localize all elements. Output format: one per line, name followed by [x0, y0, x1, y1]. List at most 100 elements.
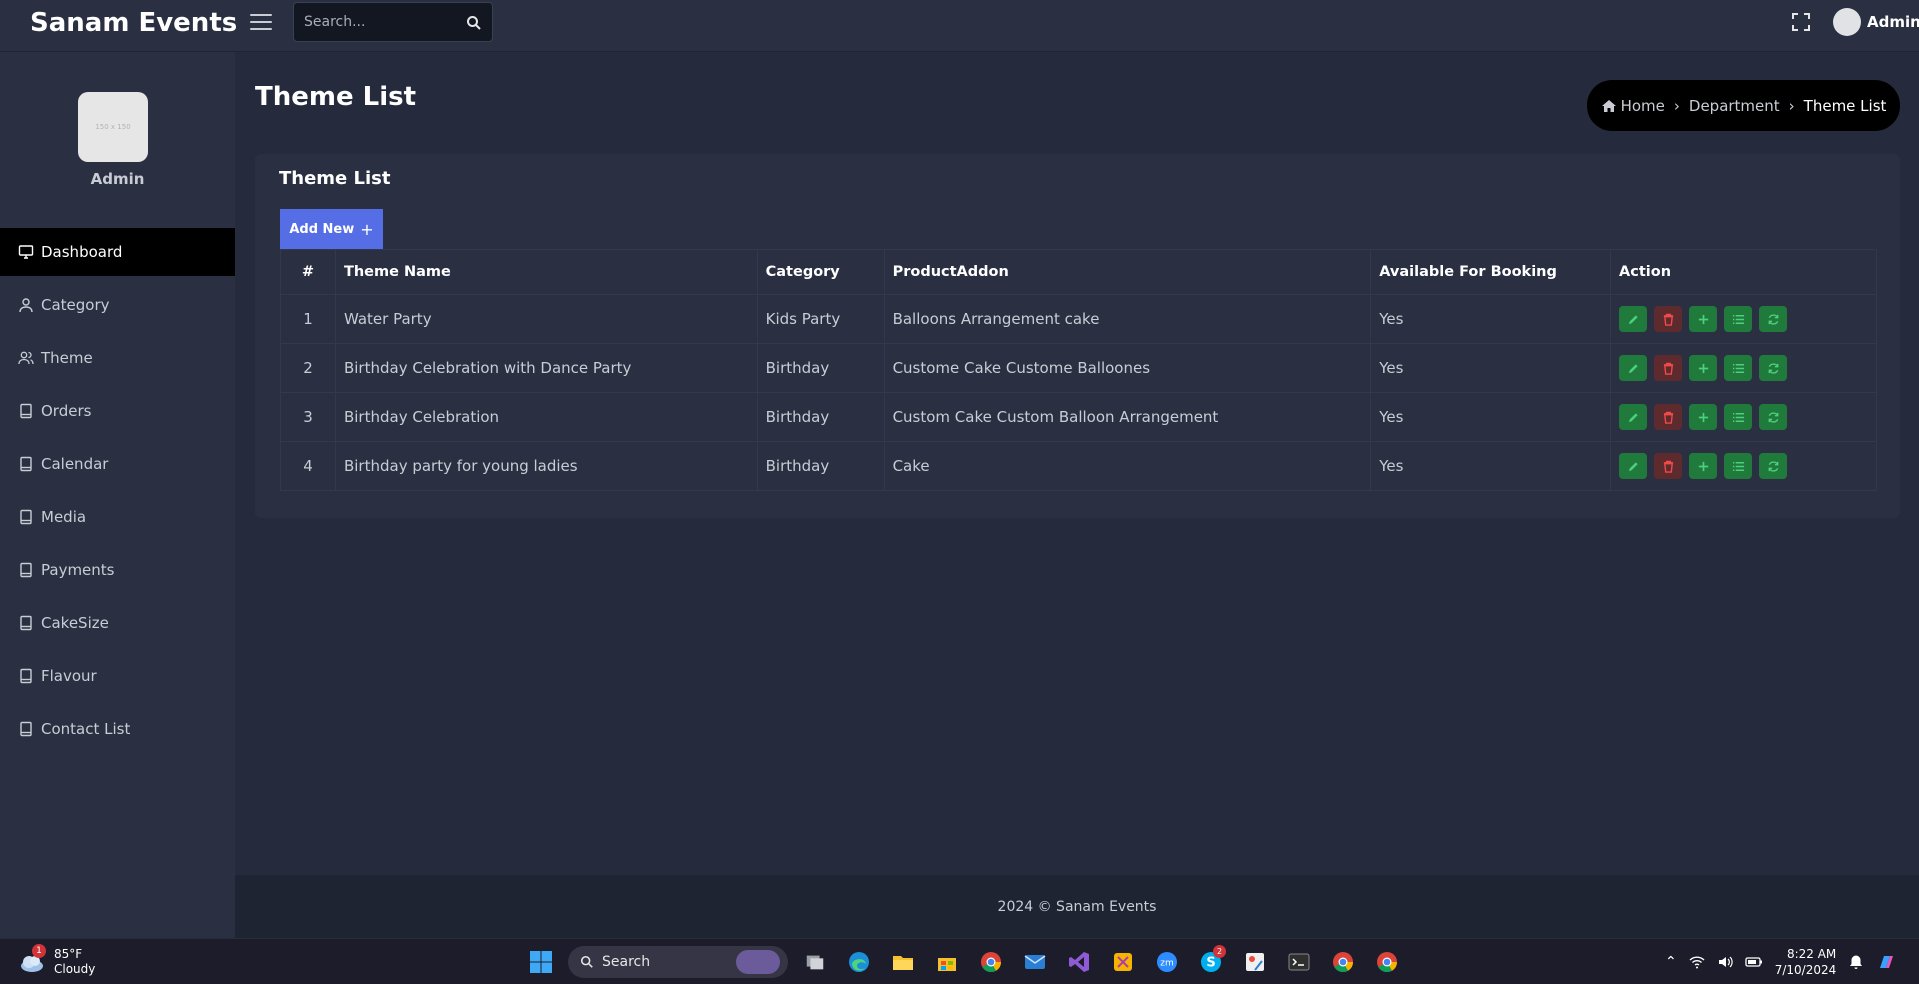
sidebar-item-orders[interactable]: Orders [0, 387, 235, 435]
zoom-icon[interactable]: zm [1150, 945, 1184, 979]
cell-theme-name: Birthday Celebration with Dance Party [335, 343, 758, 393]
cell-theme-name: Birthday party for young ladies [335, 441, 758, 491]
sidebar-item-calendar[interactable]: Calendar [0, 440, 235, 488]
edit-button[interactable] [1619, 404, 1648, 430]
visual-studio-icon[interactable] [1062, 945, 1096, 979]
copilot-icon[interactable] [1876, 952, 1896, 972]
sidebar-item-payments[interactable]: Payments [0, 546, 235, 594]
edit-button[interactable] [1619, 453, 1648, 479]
trash-icon [1663, 362, 1673, 375]
card-title: Theme List [279, 168, 391, 189]
theme-table: # Theme Name Category ProductAddon Avail… [280, 249, 1877, 491]
list-button[interactable] [1724, 355, 1753, 381]
chevron-right-icon: › [1788, 96, 1795, 115]
plus-icon: + [360, 219, 374, 239]
add-new-button[interactable]: Add New + [280, 209, 383, 249]
notification-bell-icon[interactable] [1848, 954, 1864, 970]
footer-text: 2024 © Sanam Events [997, 898, 1157, 915]
chevron-up-icon[interactable]: ⌃ [1665, 954, 1677, 970]
refresh-button[interactable] [1759, 453, 1788, 479]
sidebar-item-label: Media [41, 508, 87, 526]
volume-icon[interactable] [1717, 954, 1733, 970]
chrome-icon[interactable] [1326, 945, 1360, 979]
refresh-button[interactable] [1759, 306, 1788, 332]
microsoft-store-icon[interactable] [930, 945, 964, 979]
brand-logo[interactable]: Sanam Events [30, 6, 237, 40]
cell-available: Yes [1370, 392, 1612, 442]
mail-icon[interactable] [1018, 945, 1052, 979]
search-input[interactable] [304, 3, 454, 41]
battery-icon[interactable] [1745, 954, 1763, 970]
table-row: 1 Water Party Kids Party Balloons Arrang… [280, 294, 1877, 344]
breadcrumb: Home › Department › Theme List [1587, 80, 1900, 131]
skype-badge: 2 [1213, 945, 1226, 958]
search-highlight-image [736, 950, 780, 974]
add-button[interactable] [1689, 355, 1718, 381]
column-header-number: # [280, 249, 336, 295]
user-menu[interactable]: Admin [1833, 6, 1919, 38]
sidebar-item-label: Dashboard [41, 243, 123, 261]
file-explorer-icon[interactable] [886, 945, 920, 979]
cell-actions [1610, 294, 1877, 344]
taskbar-clock[interactable]: 8:22 AM 7/10/2024 [1775, 946, 1837, 978]
column-header-available-for-booking: Available For Booking [1370, 249, 1612, 295]
add-button[interactable] [1689, 453, 1718, 479]
list-button[interactable] [1724, 453, 1753, 479]
task-view-icon[interactable] [798, 945, 832, 979]
breadcrumb-home[interactable]: Home [1601, 97, 1665, 115]
sidebar-nav: Dashboard Category Theme Orders Calendar… [0, 228, 235, 758]
chrome-icon[interactable] [974, 945, 1008, 979]
chrome-icon[interactable] [1370, 945, 1404, 979]
sidebar-item-dashboard[interactable]: Dashboard [0, 228, 235, 276]
sidebar: 150 x 150 Admin Dashboard Category Theme… [0, 52, 235, 938]
menu-toggle-icon[interactable] [250, 12, 272, 32]
taskbar-search[interactable]: Search [568, 946, 788, 978]
sidebar-item-label: CakeSize [41, 614, 109, 632]
list-icon [1732, 314, 1744, 324]
profile-image-placeholder: 150 x 150 [95, 123, 131, 131]
edit-button[interactable] [1619, 355, 1648, 381]
add-new-label: Add New [289, 221, 355, 237]
refresh-icon [1768, 362, 1778, 374]
weather-condition: Cloudy [54, 962, 96, 976]
sidebar-item-media[interactable]: Media [0, 493, 235, 541]
list-button[interactable] [1724, 306, 1753, 332]
sidebar-item-category[interactable]: Category [0, 281, 235, 329]
cell-actions [1610, 441, 1877, 491]
sidebar-item-theme[interactable]: Theme [0, 334, 235, 382]
skype-icon[interactable]: S 2 [1194, 945, 1228, 979]
search-icon[interactable] [466, 15, 482, 31]
sidebar-item-cakesize[interactable]: CakeSize [0, 599, 235, 647]
delete-button[interactable] [1654, 404, 1683, 430]
edit-button[interactable] [1619, 306, 1648, 332]
add-button[interactable] [1689, 404, 1718, 430]
wifi-icon[interactable] [1689, 954, 1705, 970]
list-button[interactable] [1724, 404, 1753, 430]
profile-name: Admin [90, 170, 145, 188]
windows-start-icon[interactable] [524, 945, 558, 979]
taskbar-search-label: Search [602, 954, 651, 970]
column-header-theme-name: Theme Name [335, 249, 758, 295]
breadcrumb-department[interactable]: Department [1689, 97, 1780, 115]
sidebar-item-flavour[interactable]: Flavour [0, 652, 235, 700]
refresh-button[interactable] [1759, 404, 1788, 430]
sidebar-item-contact-list[interactable]: Contact List [0, 705, 235, 753]
delete-button[interactable] [1654, 306, 1683, 332]
weather-widget[interactable]: 1 85°F Cloudy [18, 944, 138, 979]
refresh-button[interactable] [1759, 355, 1788, 381]
fullscreen-icon[interactable] [1791, 12, 1811, 32]
plus-icon [1698, 363, 1708, 373]
cell-available: Yes [1370, 343, 1612, 393]
list-icon [1732, 461, 1744, 471]
user-icon [19, 298, 33, 313]
delete-button[interactable] [1654, 453, 1683, 479]
cell-product-addon: Balloons Arrangement cake [884, 294, 1372, 344]
terminal-icon[interactable] [1282, 945, 1316, 979]
home-icon [1601, 99, 1616, 112]
edge-browser-icon[interactable] [842, 945, 876, 979]
paint-icon[interactable] [1238, 945, 1272, 979]
delete-button[interactable] [1654, 355, 1683, 381]
column-header-product-addon: ProductAddon [884, 249, 1372, 295]
snipping-tool-icon[interactable] [1106, 945, 1140, 979]
add-button[interactable] [1689, 306, 1718, 332]
